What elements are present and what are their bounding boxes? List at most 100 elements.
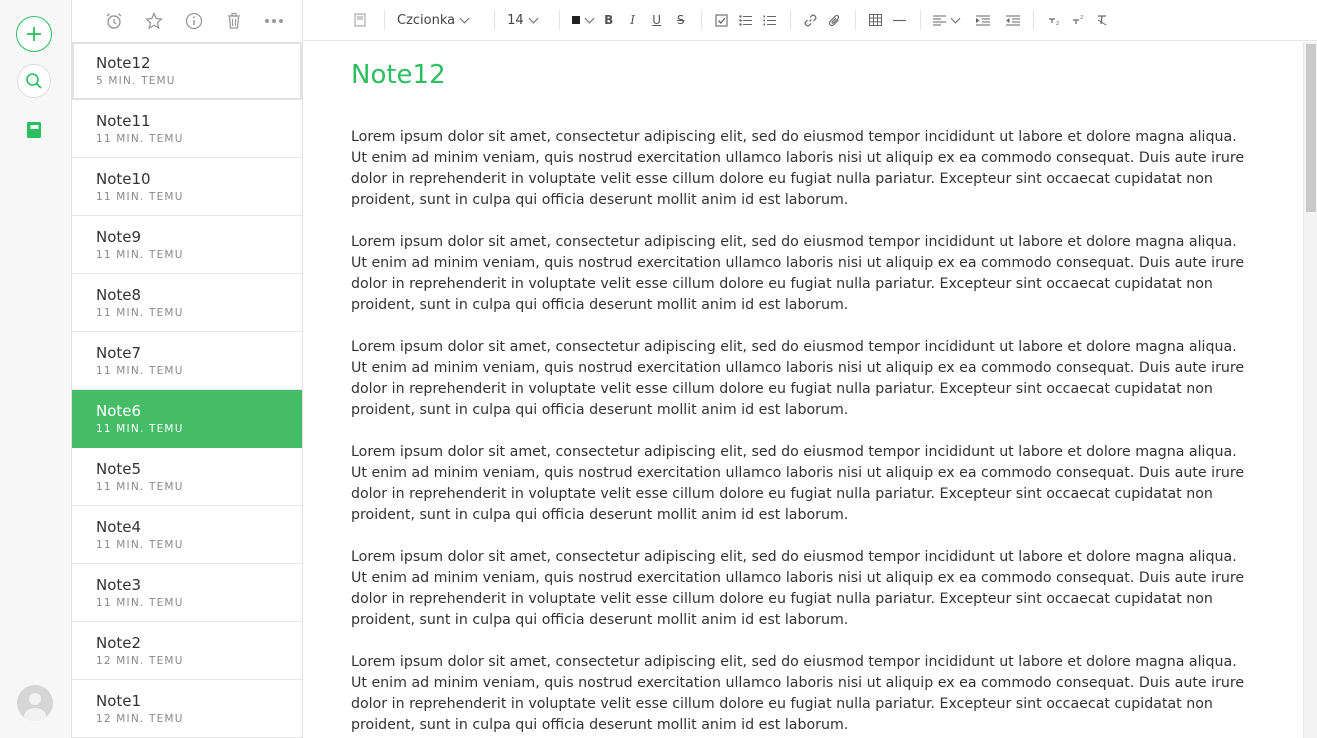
note-list-item[interactable]: Note1 12 MIN. TEMU xyxy=(72,680,302,738)
notebook-icon xyxy=(27,122,41,138)
note-list-item[interactable]: Note10 11 MIN. TEMU xyxy=(72,158,302,216)
note-item-time: 11 MIN. TEMU xyxy=(96,597,184,609)
note-paragraph: Lorem ipsum dolor sit amet, consectetur … xyxy=(351,654,1245,733)
italic-icon: I xyxy=(630,13,636,27)
subscript-button[interactable]: 2 xyxy=(1042,8,1066,32)
more-actions-button[interactable] xyxy=(254,5,294,37)
star-icon xyxy=(145,12,163,30)
superscript-icon: 2 xyxy=(1072,15,1083,24)
editor-scrollbar[interactable] xyxy=(1303,42,1317,738)
italic-button[interactable]: I xyxy=(621,8,645,32)
note-list-item[interactable]: Note3 11 MIN. TEMU xyxy=(72,564,302,622)
note-body[interactable]: Lorem ipsum dolor sit amet, consectetur … xyxy=(351,127,1251,738)
notebooks-button[interactable] xyxy=(16,112,52,148)
toolbar-separator xyxy=(558,10,560,30)
clear-formatting-icon xyxy=(1097,15,1106,26)
numbered-list-button[interactable] xyxy=(758,8,782,32)
svg-text:2: 2 xyxy=(1080,15,1083,21)
indent-button[interactable] xyxy=(971,8,995,32)
font-family-label: Czcionka xyxy=(397,12,456,28)
chevron-down-icon xyxy=(584,13,595,23)
note-list-item[interactable]: Note4 11 MIN. TEMU xyxy=(72,506,302,564)
delete-button[interactable] xyxy=(214,5,254,37)
attachment-button[interactable] xyxy=(823,8,847,32)
trash-icon xyxy=(228,12,240,29)
new-note-button[interactable] xyxy=(16,16,52,52)
strikethrough-button[interactable]: S xyxy=(669,8,693,32)
note-item-title: Note11 xyxy=(96,112,151,130)
subscript-icon: 2 xyxy=(1048,18,1059,26)
alarm-icon xyxy=(106,13,122,29)
plus-icon xyxy=(27,27,41,41)
bold-icon: B xyxy=(604,13,614,27)
shortcut-button[interactable] xyxy=(134,5,174,37)
note-type-button[interactable] xyxy=(348,8,372,32)
note-info-button[interactable] xyxy=(174,5,214,37)
note-list-item-selected[interactable]: Note6 11 MIN. TEMU xyxy=(72,390,302,448)
left-rail xyxy=(0,0,72,738)
note-list: Note12 5 MIN. TEMU Note11 11 MIN. TEMU N… xyxy=(72,42,302,738)
search-button[interactable] xyxy=(17,64,51,98)
font-family-select[interactable]: Czcionka xyxy=(393,13,472,28)
link-icon xyxy=(804,14,817,26)
note-item-time: 11 MIN. TEMU xyxy=(96,481,184,493)
scrollbar-thumb[interactable] xyxy=(1306,44,1316,212)
note-item-time: 11 MIN. TEMU xyxy=(96,133,184,145)
strikethrough-icon: S xyxy=(676,13,685,27)
paperclip-icon xyxy=(829,14,840,26)
note-list-item[interactable]: Note12 5 MIN. TEMU xyxy=(72,42,302,100)
bullet-list-button[interactable] xyxy=(734,8,758,32)
note-list-item[interactable]: Note9 11 MIN. TEMU xyxy=(72,216,302,274)
note-item-title: Note5 xyxy=(96,460,142,478)
document-icon xyxy=(354,13,366,27)
note-list-toolbar xyxy=(72,0,302,42)
note-item-title: Note1 xyxy=(96,692,142,710)
note-paragraph: Lorem ipsum dolor sit amet, consectetur … xyxy=(351,339,1245,418)
note-item-time: 11 MIN. TEMU xyxy=(96,249,184,261)
font-size-select[interactable]: 14 xyxy=(503,13,541,28)
outdent-button[interactable] xyxy=(1001,8,1025,32)
note-paragraph: Lorem ipsum dolor sit amet, consectetur … xyxy=(351,549,1245,628)
chevron-down-icon xyxy=(950,13,961,23)
insert-table-button[interactable] xyxy=(864,8,888,32)
svg-text:2: 2 xyxy=(1056,21,1059,26)
checkbox-button[interactable] xyxy=(710,8,734,32)
horizontal-rule-button[interactable] xyxy=(888,8,912,32)
note-title[interactable]: Note12 xyxy=(351,60,446,90)
user-avatar[interactable] xyxy=(17,685,53,721)
more-icon xyxy=(265,19,283,23)
note-list-item[interactable]: Note11 11 MIN. TEMU xyxy=(72,100,302,158)
user-avatar-icon xyxy=(24,693,46,721)
note-list-item[interactable]: Note2 12 MIN. TEMU xyxy=(72,622,302,680)
superscript-button[interactable]: 2 xyxy=(1066,8,1090,32)
note-item-time: 12 MIN. TEMU xyxy=(96,713,184,725)
info-icon xyxy=(185,12,203,30)
chevron-down-icon xyxy=(459,13,470,23)
note-item-time: 11 MIN. TEMU xyxy=(96,307,184,319)
note-item-time: 11 MIN. TEMU xyxy=(96,191,184,203)
note-list-item[interactable]: Note7 11 MIN. TEMU xyxy=(72,332,302,390)
checkbox-icon xyxy=(715,13,728,27)
note-item-title: Note2 xyxy=(96,634,142,652)
note-item-title: Note3 xyxy=(96,576,142,594)
note-list-item[interactable]: Note8 11 MIN. TEMU xyxy=(72,274,302,332)
underline-icon: U xyxy=(652,13,662,27)
align-left-icon xyxy=(932,15,946,25)
app-window: Note12 5 MIN. TEMU Note11 11 MIN. TEMU N… xyxy=(0,0,1317,738)
note-item-time: 11 MIN. TEMU xyxy=(96,423,184,435)
note-list-item[interactable]: Note5 11 MIN. TEMU xyxy=(72,448,302,506)
text-color-select[interactable] xyxy=(568,13,597,24)
table-icon xyxy=(869,14,883,26)
clear-formatting-button[interactable] xyxy=(1090,8,1114,32)
note-content-area[interactable]: Note12 Lorem ipsum dolor sit amet, conse… xyxy=(303,42,1303,738)
bullet-list-icon xyxy=(739,14,753,26)
note-item-title: Note9 xyxy=(96,228,142,246)
color-swatch-icon xyxy=(571,16,580,24)
insert-link-button[interactable] xyxy=(799,8,823,32)
reminder-button[interactable] xyxy=(94,5,134,37)
underline-button[interactable]: U xyxy=(645,8,669,32)
note-paragraph: Lorem ipsum dolor sit amet, consectetur … xyxy=(351,234,1245,313)
alignment-select[interactable] xyxy=(929,13,963,26)
note-item-time: 11 MIN. TEMU xyxy=(96,365,184,377)
bold-button[interactable]: B xyxy=(597,8,621,32)
